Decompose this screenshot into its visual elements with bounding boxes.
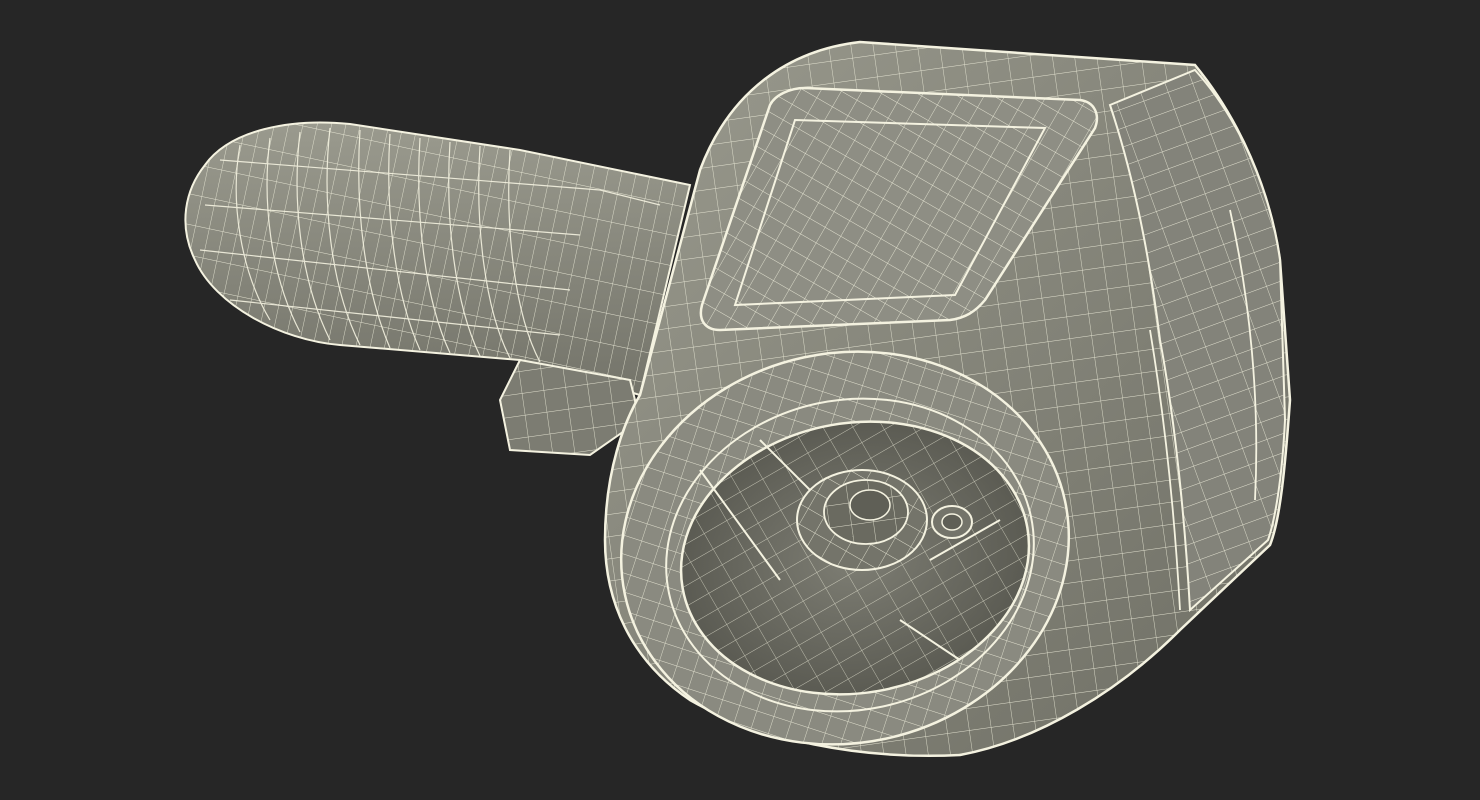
laser-aperture	[931, 505, 973, 539]
wireframe-render	[0, 0, 1480, 800]
main-lens	[796, 469, 928, 571]
